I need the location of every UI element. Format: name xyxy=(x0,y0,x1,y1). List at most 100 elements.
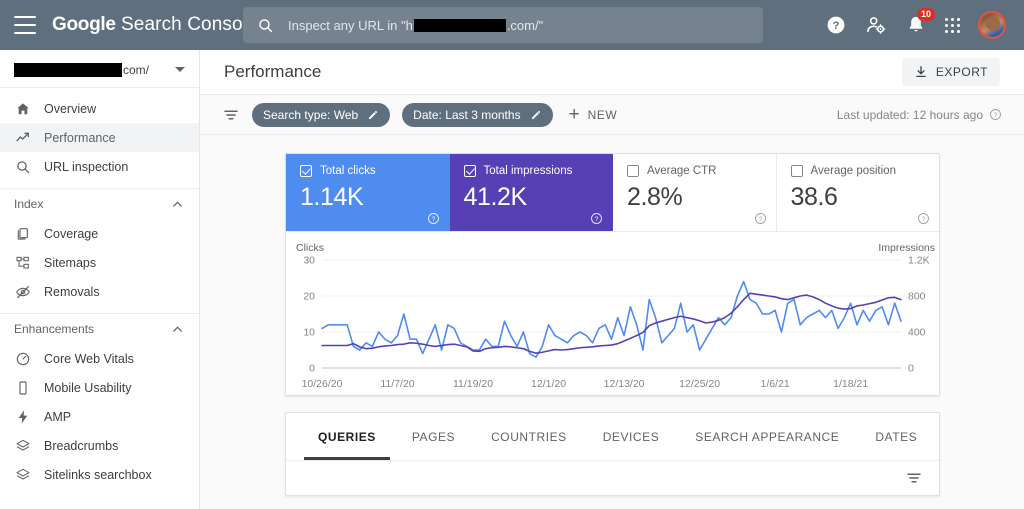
svg-text:Clicks: Clicks xyxy=(296,242,324,254)
sidebar-group-title: Enhancements xyxy=(14,322,95,336)
svg-text:10/26/20: 10/26/20 xyxy=(302,378,343,390)
export-button[interactable]: EXPORT xyxy=(901,58,1000,86)
pencil-icon xyxy=(531,110,540,119)
filter-chip-date[interactable]: Date: Last 3 months xyxy=(402,102,553,127)
sidebar: com/ Overview Performance URL inspection… xyxy=(0,50,200,509)
notifications-badge: 10 xyxy=(916,8,935,21)
chevron-down-icon xyxy=(175,67,185,72)
tab-pages[interactable]: PAGES xyxy=(394,413,473,460)
sidebar-item-coverage[interactable]: Coverage xyxy=(0,219,199,248)
redacted-property-bar xyxy=(14,62,122,77)
svg-text:0: 0 xyxy=(908,363,914,375)
tab-devices[interactable]: DEVICES xyxy=(585,413,678,460)
filter-chip-search-type[interactable]: Search type: Web xyxy=(252,102,391,127)
sidebar-item-overview[interactable]: Overview xyxy=(0,94,199,123)
sidebar-item-label: Overview xyxy=(44,101,97,116)
sidebar-item-performance[interactable]: Performance xyxy=(0,123,199,152)
tab-queries[interactable]: QUERIES xyxy=(300,413,394,460)
sidebar-item-label: Coverage xyxy=(44,226,99,241)
page-title: Performance xyxy=(224,62,322,81)
property-selector[interactable]: com/ xyxy=(0,52,199,88)
help-icon[interactable]: ? xyxy=(427,212,440,225)
search-placeholder-prefix: Inspect any URL in "h xyxy=(288,17,413,33)
layers-icon xyxy=(14,466,31,483)
home-icon xyxy=(14,100,31,117)
svg-text:20: 20 xyxy=(303,291,315,303)
filter-lines-icon[interactable] xyxy=(222,106,240,124)
sidebar-item-label: Breadcrumbs xyxy=(44,438,119,453)
sidebar-item-url-inspection[interactable]: URL inspection xyxy=(0,152,199,181)
sidebar-item-amp[interactable]: AMP xyxy=(0,402,199,431)
metric-label: Total impressions xyxy=(483,165,573,177)
account-settings-icon[interactable] xyxy=(865,14,887,36)
new-filter-button[interactable]: + NEW xyxy=(569,105,618,124)
metric-average-ctr[interactable]: Average CTR 2.8% ? xyxy=(613,154,777,231)
sidebar-item-removals[interactable]: Removals xyxy=(0,277,199,306)
url-inspection-search-bar[interactable]: Inspect any URL in "h .com/" xyxy=(243,7,763,43)
sidebar-item-core-web-vitals[interactable]: Core Web Vitals xyxy=(0,344,199,373)
tab-countries[interactable]: COUNTRIES xyxy=(473,413,585,460)
sidebar-item-sitelinks-searchbox[interactable]: Sitelinks searchbox xyxy=(0,460,199,489)
svg-text:11/19/20: 11/19/20 xyxy=(453,378,493,390)
apps-grid-icon[interactable] xyxy=(945,17,960,33)
tab-label: QUERIES xyxy=(318,429,376,444)
performance-content: Total clicks 1.14K ? Total impressions 4… xyxy=(200,135,1024,509)
help-icon[interactable]: ? xyxy=(590,212,603,225)
top-app-bar: Google Search Console Inspect any URL in… xyxy=(0,0,1024,50)
svg-text:?: ? xyxy=(431,216,435,223)
svg-text:12/13/20: 12/13/20 xyxy=(604,378,645,390)
sidebar-item-label: Core Web Vitals xyxy=(44,351,134,366)
help-icon[interactable]: ? xyxy=(989,108,1002,121)
speedometer-icon xyxy=(14,350,31,367)
sidebar-group-enhancements[interactable]: Enhancements xyxy=(0,314,199,344)
metric-checkbox[interactable] xyxy=(300,165,312,177)
lightning-bolt-icon xyxy=(14,408,31,425)
metric-total-clicks[interactable]: Total clicks 1.14K ? xyxy=(286,154,450,231)
export-label: EXPORT xyxy=(935,65,988,79)
sidebar-item-label: URL inspection xyxy=(44,159,129,174)
sidebar-item-mobile-usability[interactable]: Mobile Usability xyxy=(0,373,199,402)
svg-text:1/18/21: 1/18/21 xyxy=(833,378,868,390)
metric-checkbox[interactable] xyxy=(790,165,803,177)
help-icon[interactable]: ? xyxy=(754,212,767,225)
sidebar-item-breadcrumbs[interactable]: Breadcrumbs xyxy=(0,431,199,460)
search-placeholder-text: Inspect any URL in "h .com/" xyxy=(288,18,543,33)
sidebar-item-sitemaps[interactable]: Sitemaps xyxy=(0,248,199,277)
sidebar-item-label: AMP xyxy=(44,409,72,424)
metric-header: Average position xyxy=(790,165,926,177)
help-icon[interactable]: ? xyxy=(917,212,930,225)
help-icon[interactable]: ? xyxy=(825,14,847,36)
download-icon xyxy=(916,66,926,78)
top-bar-actions: ? 10 xyxy=(825,8,1010,39)
metric-average-position[interactable]: Average position 38.6 ? xyxy=(777,154,940,231)
metric-header: Total clicks xyxy=(300,165,435,177)
svg-text:1/6/21: 1/6/21 xyxy=(761,378,790,390)
svg-text:30: 30 xyxy=(303,255,315,267)
redacted-domain-bar xyxy=(413,18,506,32)
svg-text:?: ? xyxy=(833,20,840,32)
metric-label: Total clicks xyxy=(320,165,376,177)
pencil-icon xyxy=(369,110,378,119)
hamburger-menu-icon[interactable] xyxy=(14,16,36,34)
metric-label: Average CTR xyxy=(647,165,717,177)
coverage-pages-icon xyxy=(14,225,31,242)
tab-label: PAGES xyxy=(411,429,456,444)
sidebar-group-index[interactable]: Index xyxy=(0,189,199,219)
metric-total-impressions[interactable]: Total impressions 41.2K ? xyxy=(449,154,613,231)
sidebar-item-label: Sitelinks searchbox xyxy=(44,467,152,482)
filter-lines-icon[interactable] xyxy=(905,469,923,487)
user-avatar[interactable] xyxy=(978,11,1006,39)
tab-label: COUNTRIES xyxy=(491,429,567,444)
notifications-bell-icon[interactable]: 10 xyxy=(905,8,935,36)
tab-dates[interactable]: DATES xyxy=(857,413,935,460)
metric-value: 2.8% xyxy=(627,183,683,211)
metric-checkbox[interactable] xyxy=(463,165,476,177)
sitemap-icon xyxy=(14,254,31,271)
metric-checkbox[interactable] xyxy=(627,165,639,177)
last-updated-text: Last updated: 12 hours ago xyxy=(836,107,983,122)
sidebar-item-label: Performance xyxy=(44,130,116,145)
svg-text:?: ? xyxy=(922,216,926,223)
tab-search-appearance[interactable]: SEARCH APPEARANCE xyxy=(677,413,857,460)
removals-eye-off-icon xyxy=(14,283,31,300)
new-filter-label: NEW xyxy=(587,107,618,122)
